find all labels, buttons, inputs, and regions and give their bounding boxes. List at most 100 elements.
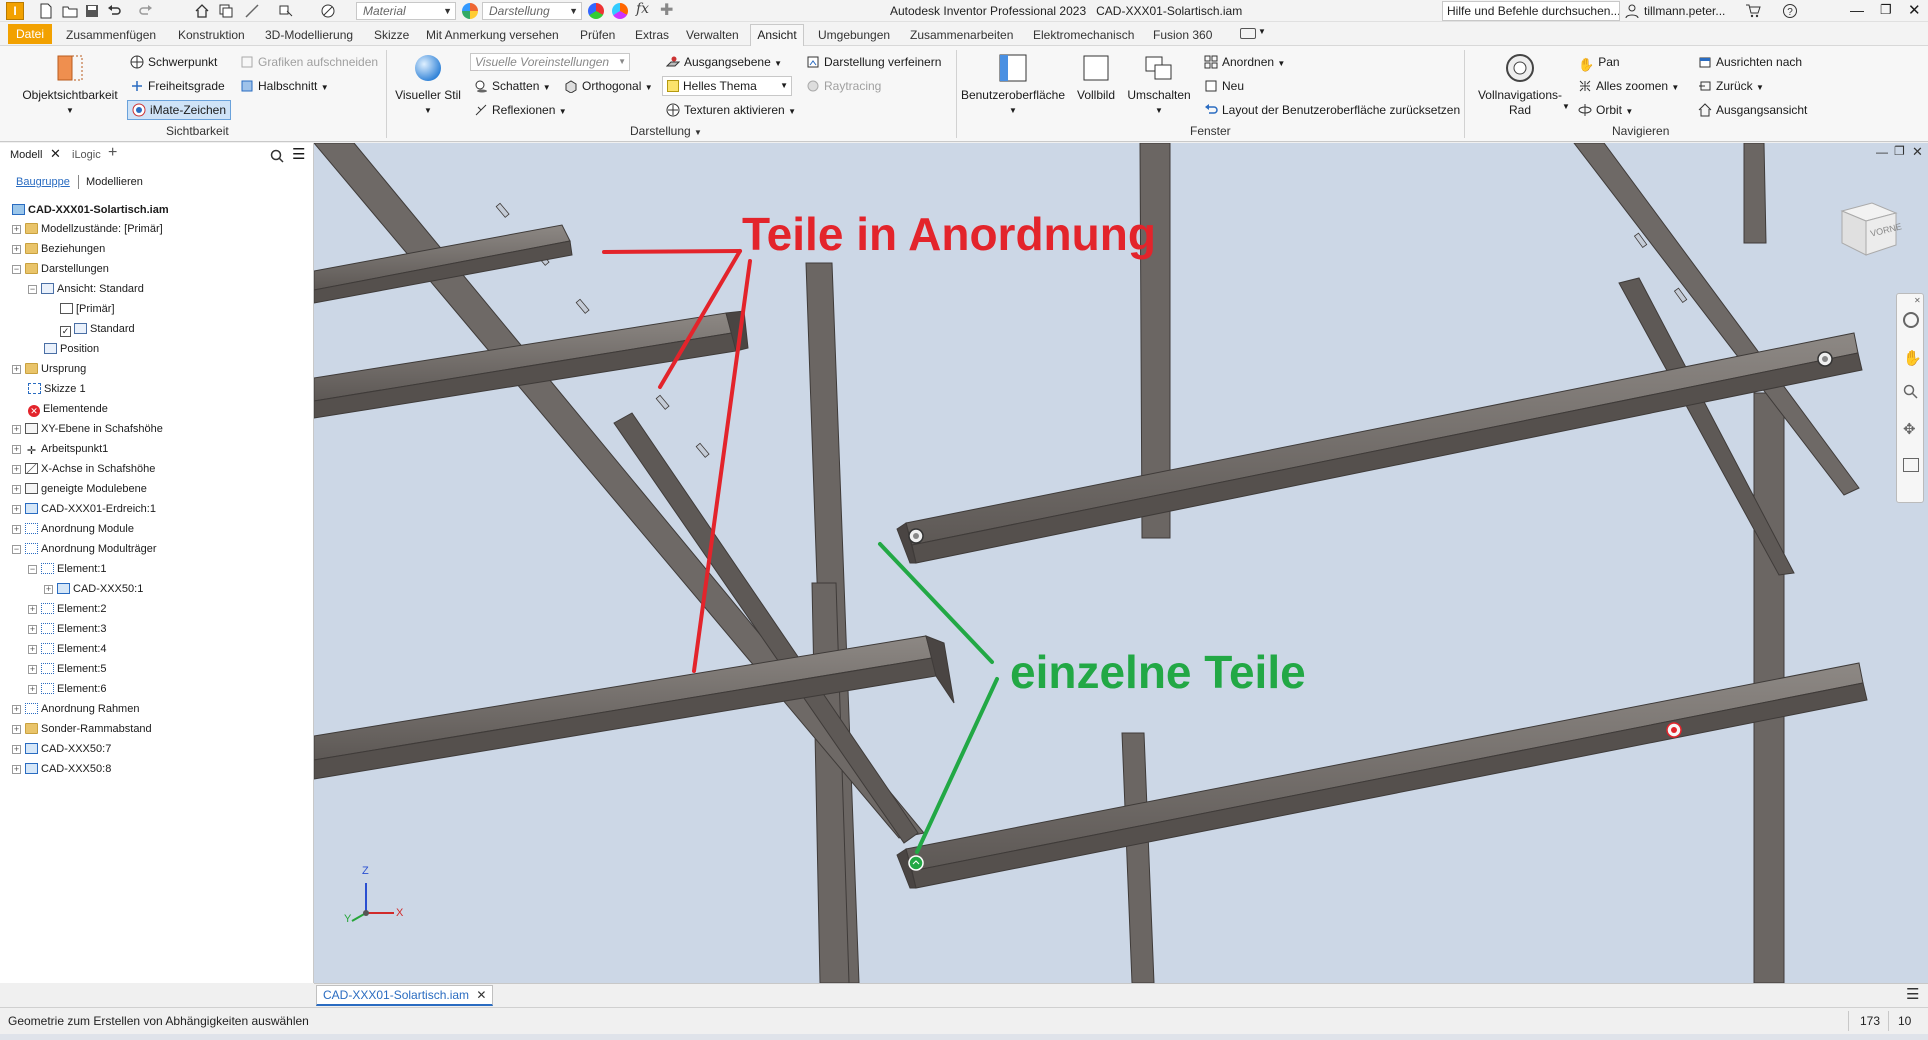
close-window-button[interactable]: ✕ [1908, 1, 1921, 19]
hamburger-menu-icon[interactable]: ☰ [292, 145, 305, 163]
doc-tab-active[interactable]: CAD-XXX01-Solartisch.iam ✕ [316, 985, 494, 1006]
projects-icon[interactable] [218, 3, 234, 19]
restore-button[interactable]: ❐ [1880, 2, 1892, 18]
zurueck-button[interactable]: Zurück ▼ [1698, 78, 1764, 96]
orbit-nav-icon[interactable]: ✥ [1903, 420, 1916, 438]
plus-icon[interactable]: ✚ [660, 0, 673, 20]
imate-glyph-red[interactable] [1666, 722, 1682, 738]
imate-glyph-white-2[interactable] [908, 528, 924, 544]
tab-extras[interactable]: Extras [635, 26, 669, 44]
darstellung-verfeinern-button[interactable]: Darstellung verfeinern [806, 54, 941, 70]
visueller-stil-button[interactable]: Visueller Stil ▼ [392, 52, 464, 118]
tree-item-anordnung-rahmen[interactable]: + Anordnung Rahmen [12, 700, 139, 718]
add-tab-icon[interactable]: + [108, 144, 117, 162]
fx-parameters-icon[interactable]: fx [636, 1, 649, 17]
tab-3d-modellierung[interactable]: 3D-Modellierung [265, 26, 353, 44]
tab-konstruktion[interactable]: Konstruktion [178, 26, 245, 44]
imate-glyph-green[interactable] [908, 855, 924, 871]
close-icon[interactable]: ✕ [476, 988, 486, 1002]
viewcube[interactable]: VORNE [1836, 195, 1903, 261]
look-at-nav-icon[interactable] [1903, 458, 1919, 472]
tab-datei[interactable]: Datei [8, 24, 52, 44]
tree-item-beziehungen[interactable]: + Beziehungen [12, 240, 105, 258]
texturen-button[interactable]: Texturen aktivieren ▼ [666, 102, 796, 120]
tab-skizze[interactable]: Skizze [374, 26, 409, 44]
tab-fusion360[interactable]: Fusion 360 [1153, 26, 1212, 44]
vollbild-button[interactable]: Vollbild [1072, 52, 1120, 103]
raytracing-button[interactable]: Raytracing [806, 78, 881, 94]
ribbon-options-icon[interactable] [1240, 28, 1256, 39]
checkbox-checked-icon[interactable]: ✓ [60, 326, 71, 337]
schatten-button[interactable]: Schatten ▼ [474, 78, 551, 96]
tree-item-position[interactable]: Position [44, 340, 99, 358]
tree-item-sonder-rammabstand[interactable]: + Sonder-Rammabstand [12, 720, 152, 738]
helles-thema-dropdown[interactable]: Helles Thema ▼ [662, 76, 792, 96]
tree-item-ursprung[interactable]: + Ursprung [12, 360, 86, 378]
orthogonal-button[interactable]: Orthogonal ▼ [564, 78, 653, 96]
tree-item-element2[interactable]: + Element:2 [28, 600, 107, 618]
clear-color-icon[interactable] [612, 3, 628, 19]
browser-tab-modell[interactable]: Modell [10, 149, 42, 161]
color-override-icon[interactable] [320, 3, 336, 19]
cart-icon[interactable] [1745, 3, 1761, 19]
select-icon[interactable] [278, 3, 294, 19]
vp-restore-button[interactable]: ❐ [1894, 144, 1905, 158]
ausrichten-button[interactable]: Ausrichten nach [1698, 54, 1802, 70]
app-logo-icon[interactable]: I [6, 2, 24, 20]
tree-item-geneigte-modulebene[interactable]: + geneigte Modulebene [12, 480, 147, 498]
steering-wheel-icon[interactable] [1903, 312, 1919, 328]
chevron-down-icon[interactable]: ▼ [1258, 27, 1266, 36]
user-icon[interactable] [1624, 3, 1640, 19]
tree-item-element3[interactable]: + Element:3 [28, 620, 107, 638]
tree-item-arbeitspunkt1[interactable]: + ✛ Arbeitspunkt1 [12, 440, 108, 458]
redo-icon[interactable] [138, 3, 154, 19]
graphics-viewport[interactable]: Teile in Anordnung einzelne Teile Z Y X … [314, 143, 1928, 983]
tree-item-cad-xxx50-7[interactable]: + CAD-XXX50:7 [12, 740, 111, 758]
ausgangsebene-button[interactable]: Ausgangsebene ▼ [666, 54, 782, 72]
tab-ansicht[interactable]: Ansicht [750, 24, 804, 46]
schwerpunkt-button[interactable]: Schwerpunkt [130, 54, 217, 70]
tree-item-ansicht-standard[interactable]: − Ansicht: Standard [28, 280, 144, 298]
darstellung-dropdown[interactable]: Darstellung ▼ [482, 2, 582, 20]
zoom-icon[interactable] [1903, 384, 1919, 400]
halbschnitt-button[interactable]: Halbschnitt ▼ [240, 78, 329, 96]
tab-elektromechanisch[interactable]: Elektromechanisch [1033, 26, 1134, 44]
tab-anmerkung[interactable]: Mit Anmerkung versehen [426, 26, 559, 44]
chevron-down-icon[interactable]: ▼ [1562, 102, 1570, 111]
tree-item-darstellungen[interactable]: − Darstellungen [12, 260, 109, 278]
tree-item-xy-ebene[interactable]: + XY-Ebene in Schafshöhe [12, 420, 163, 438]
tree-item-anordnung-module[interactable]: + Anordnung Module [12, 520, 134, 538]
tree-item-element1[interactable]: − Element:1 [28, 560, 107, 578]
tree-item-element6[interactable]: + Element:6 [28, 680, 107, 698]
help-search-input[interactable]: Hilfe und Befehle durchsuchen... [1442, 1, 1620, 21]
save-icon[interactable] [84, 3, 100, 19]
adjust-color-icon[interactable] [588, 3, 604, 19]
anordnen-button[interactable]: Anordnen ▼ [1204, 54, 1285, 72]
reflexionen-button[interactable]: Reflexionen ▼ [474, 102, 567, 120]
close-icon[interactable]: ✕ [1914, 296, 1921, 305]
tree-item-x-achse[interactable]: + X-Achse in Schafshöhe [12, 460, 155, 478]
home-icon[interactable] [194, 3, 210, 19]
browser-subtab-modellieren[interactable]: Modellieren [86, 176, 143, 188]
tree-item-erdreich[interactable]: + CAD-XXX01-Erdreich:1 [12, 500, 156, 518]
tree-item-elementende[interactable]: ✕ Elementende [28, 400, 108, 418]
doc-tabs-menu-icon[interactable]: ☰ [1906, 985, 1919, 1003]
user-account[interactable]: tillmann.peter... [1644, 4, 1725, 18]
measure-icon[interactable] [244, 3, 260, 19]
pan-hand-icon[interactable]: ✋ [1903, 349, 1922, 367]
tree-root-assembly[interactable]: CAD-XXX01-Solartisch.iam [12, 201, 169, 219]
open-folder-icon[interactable] [62, 3, 78, 19]
freiheitsgrade-button[interactable]: Freiheitsgrade [130, 78, 225, 94]
help-icon[interactable]: ? [1782, 3, 1798, 19]
tree-item-standard[interactable]: ✓ Standard [60, 320, 135, 338]
pan-button[interactable]: ✋ Pan [1578, 54, 1620, 72]
tree-item-skizze1[interactable]: Skizze 1 [28, 380, 86, 398]
umschalten-button[interactable]: Umschalten ▼ [1126, 52, 1192, 118]
tree-item-cad-xxx50-1[interactable]: + CAD-XXX50:1 [44, 580, 143, 598]
browser-tab-ilogic[interactable]: iLogic [72, 149, 101, 161]
vp-close-button[interactable]: ✕ [1912, 144, 1923, 160]
benutzeroberflaeche-button[interactable]: Benutzeroberfläche ▼ [960, 52, 1066, 118]
beam-pattern-2[interactable] [314, 310, 749, 419]
browser-subtab-baugruppe[interactable]: Baugruppe [16, 176, 70, 188]
imate-glyph-white-1[interactable] [1817, 351, 1833, 367]
